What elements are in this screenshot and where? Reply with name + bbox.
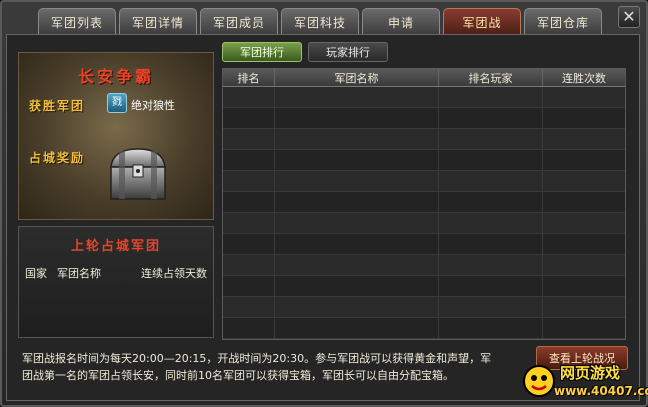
col-rank: 排名 [223, 69, 275, 86]
table-row[interactable] [223, 213, 625, 234]
table-cell [275, 213, 439, 233]
table-cell [275, 276, 439, 296]
table-cell [543, 234, 625, 254]
table-cell [275, 171, 439, 191]
close-icon[interactable]: ✕ [618, 6, 640, 28]
table-cell [275, 234, 439, 254]
table-cell [223, 192, 275, 212]
header-occupy-days: 连续占领天数 [141, 267, 207, 280]
table-cell [439, 108, 543, 128]
table-cell [543, 255, 625, 275]
table-cell [275, 192, 439, 212]
tab-guild-list[interactable]: 军团列表 [38, 8, 116, 35]
tab-applications[interactable]: 申请 [362, 8, 440, 35]
info-line-1: 军团战报名时间为每天20:00—20:15，开战时间为20:30。参与军团战可以… [22, 352, 492, 365]
table-cell [223, 234, 275, 254]
table-cell [543, 213, 625, 233]
table-cell [223, 213, 275, 233]
col-win-streak: 连胜次数 [562, 71, 606, 85]
table-cell [543, 129, 625, 149]
table-cell [223, 108, 275, 128]
table-cell [543, 87, 625, 107]
tab-bar: 军团列表 军团详情 军团成员 军团科技 申请 军团战 军团仓库 [38, 8, 602, 36]
last-occupier-title: 上轮占城军团 [70, 239, 161, 254]
table-cell [439, 234, 543, 254]
table-cell [275, 255, 439, 275]
ranking-table: 排名 军团名称 排名玩家 连胜次数 [222, 68, 626, 340]
table-row[interactable] [223, 192, 625, 213]
table-row[interactable] [223, 297, 625, 318]
table-cell [543, 192, 625, 212]
table-row[interactable] [223, 129, 625, 150]
subtab-player-ranking[interactable]: 玩家排行 [308, 42, 388, 62]
table-cell [543, 318, 625, 338]
table-row[interactable] [223, 108, 625, 129]
tab-guild-war[interactable]: 军团战 [443, 8, 521, 35]
table-cell [223, 297, 275, 317]
table-cell [439, 192, 543, 212]
reward-label: 占城奖励 [29, 151, 86, 165]
table-cell [439, 150, 543, 170]
guild-emblem-icon: 戮 [107, 93, 127, 113]
tab-guild-tech[interactable]: 军团科技 [281, 8, 359, 35]
winner-guild-name[interactable]: 绝对狼性 [131, 97, 175, 113]
table-cell [439, 87, 543, 107]
table-row[interactable] [223, 276, 625, 297]
table-cell [223, 150, 275, 170]
table-cell [223, 129, 275, 149]
header-guild-name: 军团名称 [57, 267, 101, 280]
table-cell [543, 297, 625, 317]
table-cell [439, 297, 543, 317]
tab-guild-warehouse[interactable]: 军团仓库 [524, 8, 602, 35]
info-line-2: 团战第一名的军团占领长安，同时前10名军团可以获得宝箱，军团长可以自由分配宝箱。 [22, 369, 454, 382]
table-cell [439, 276, 543, 296]
table-cell [275, 150, 439, 170]
col-guild-name: 军团名称 [275, 69, 439, 86]
table-row[interactable] [223, 318, 625, 339]
last-occupier-headers: 国家 军团名称 连续占领天数 [25, 265, 207, 281]
table-header: 排名 军团名称 排名玩家 连胜次数 [223, 69, 625, 87]
table-cell [439, 171, 543, 191]
table-body [223, 87, 625, 339]
table-row[interactable] [223, 234, 625, 255]
table-row[interactable] [223, 171, 625, 192]
table-cell [223, 255, 275, 275]
table-cell [439, 318, 543, 338]
watermark-name: 网页游戏 [560, 364, 621, 382]
table-cell [439, 255, 543, 275]
treasure-chest-icon[interactable] [105, 141, 171, 207]
table-cell [439, 129, 543, 149]
table-cell [275, 87, 439, 107]
tab-guild-members[interactable]: 军团成员 [200, 8, 278, 35]
event-panel: 长安争霸 获胜军团 戮 绝对狼性 占城奖励 [18, 52, 214, 220]
winner-label: 获胜军团 [29, 99, 86, 113]
table-cell [223, 276, 275, 296]
watermark-url: www.40407.com [554, 384, 648, 398]
table-cell [275, 129, 439, 149]
table-row[interactable] [223, 150, 625, 171]
table-cell [543, 171, 625, 191]
last-occupier-panel: 上轮占城军团 国家 军团名称 连续占领天数 [18, 226, 214, 338]
tab-guild-details[interactable]: 军团详情 [119, 8, 197, 35]
table-cell [275, 318, 439, 338]
table-cell [543, 150, 625, 170]
table-cell [223, 87, 275, 107]
table-cell [543, 108, 625, 128]
info-text: 军团战报名时间为每天20:00—20:15，开战时间为20:30。参与军团战可以… [22, 346, 536, 390]
table-cell [223, 171, 275, 191]
table-row[interactable] [223, 255, 625, 276]
watermark-logo-icon [523, 365, 555, 397]
event-title: 长安争霸 [77, 67, 154, 86]
table-row[interactable] [223, 87, 625, 108]
table-cell [439, 213, 543, 233]
subtab-guild-ranking[interactable]: 军团排行 [222, 42, 302, 62]
header-country: 国家 [25, 267, 47, 280]
site-watermark: 网页游戏 www.40407.com [516, 360, 648, 404]
table-cell [275, 108, 439, 128]
table-cell [275, 297, 439, 317]
table-cell [543, 276, 625, 296]
ranking-subtabs: 军团排行 玩家排行 [222, 42, 388, 62]
table-cell [223, 318, 275, 338]
col-top-player: 排名玩家 [439, 69, 543, 86]
